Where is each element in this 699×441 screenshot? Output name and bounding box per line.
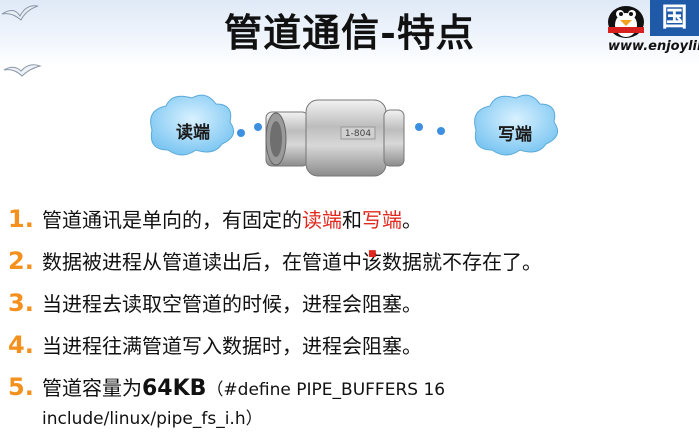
cursor-marker: ■ (368, 249, 377, 259)
write-end-highlight: 写端 (362, 208, 402, 232)
item-number: 2. (8, 247, 34, 275)
item-text: （#define PIPE_BUFFERS 16 (206, 380, 446, 400)
list-item: 5. 管道容量为64KB（#define PIPE_BUFFERS 16 (8, 372, 445, 401)
item-number: 3. (8, 289, 34, 317)
flow-dot (237, 129, 245, 137)
flow-dot (415, 123, 423, 131)
pipe-diagram: 1-804 (150, 94, 559, 177)
list-item-continuation: include/linux/pipe_fs_i.h） (42, 409, 263, 429)
flow-dot (437, 127, 445, 135)
brand-logo: 国 (650, 0, 699, 36)
item-text: 当进程往满管道写入数据时，进程会阻塞。 (42, 334, 422, 358)
flow-dot (254, 123, 262, 131)
item-text: 管道容量为 (42, 376, 142, 400)
item-text: 数据被进程从管道读出后，在管道中该 (42, 250, 382, 274)
item-text: 和 (342, 208, 362, 232)
read-end-label: 读端 (176, 123, 210, 143)
list-item: 3. 当进程去读取空管道的时候，进程会阻塞。 (8, 288, 422, 317)
website-url: www.enjoylin (608, 39, 699, 54)
write-end-label: 写端 (498, 125, 532, 145)
item-text: 数据就不存在了。 (382, 250, 542, 274)
list-item: 4. 当进程往满管道写入数据时，进程会阻塞。 (8, 330, 422, 359)
pipe-valve-image: 1-804 (265, 99, 405, 177)
item-text: 。 (402, 208, 422, 232)
capacity-value: 64KB (142, 376, 207, 401)
item-number: 4. (8, 331, 34, 359)
read-end-highlight: 读端 (302, 208, 342, 232)
list-item: 2. 数据被进程从管道读出后，在管道中该 ■ 数据就不存在了。 (8, 246, 542, 275)
item-text: 管道通讯是单向的，有固定的 (42, 208, 302, 232)
item-number: 1. (8, 205, 34, 233)
page-title: 管道通信-特点 (224, 10, 475, 55)
slide: 管道通信-特点 国 www.enjoylin 1-804 读端 写端 1. 管道… (0, 0, 699, 441)
item-number: 5. (8, 373, 34, 401)
item-text: 当进程去读取空管道的时候，进程会阻塞。 (42, 292, 422, 316)
pipe-stamp: 1-804 (345, 129, 371, 139)
penguin-mascot-icon (608, 6, 644, 38)
list-item: 1. 管道通讯是单向的，有固定的读端和写端。 (8, 204, 422, 233)
